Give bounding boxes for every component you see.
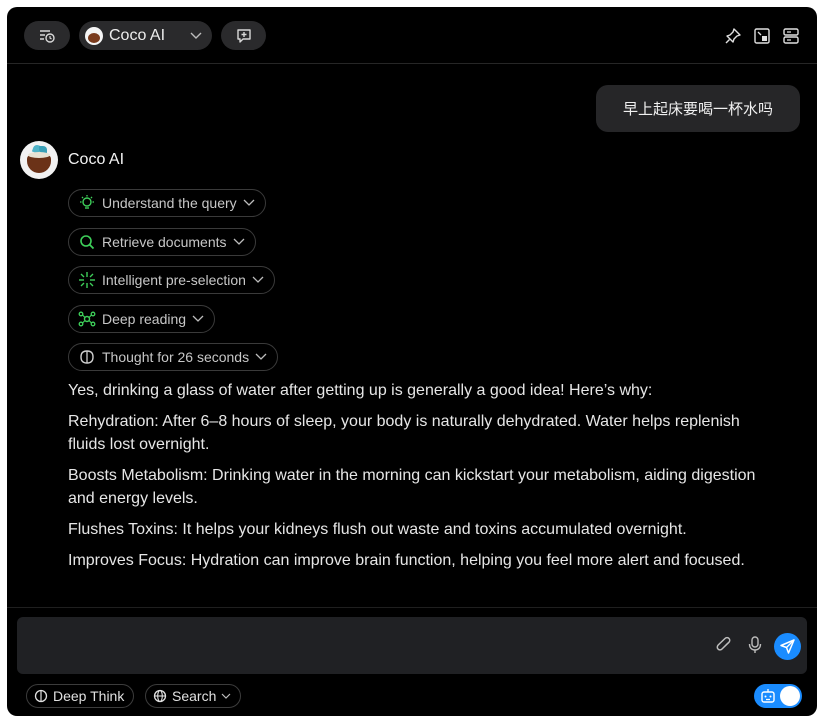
step-label: Thought for 26 seconds — [102, 349, 250, 365]
window-icon — [754, 28, 770, 44]
history-button[interactable] — [24, 21, 70, 50]
step-label: Understand the query — [102, 195, 237, 211]
pin-icon — [725, 28, 741, 44]
step-label: Retrieve documents — [102, 234, 227, 250]
send-icon — [780, 639, 795, 654]
message-composer — [17, 617, 807, 674]
assistant-answer: Yes, drinking a glass of water after get… — [68, 379, 768, 580]
sparkle-icon — [79, 272, 95, 288]
answer-paragraph: Yes, drinking a glass of water after get… — [68, 382, 653, 399]
assistant-name: Coco AI — [68, 151, 125, 168]
user-message: 早上起床要喝一杯水吗 — [596, 85, 800, 132]
step-deep-reading[interactable]: Deep reading — [68, 305, 216, 333]
globe-icon — [153, 689, 167, 703]
chevron-down-icon — [190, 32, 202, 39]
step-label: Intelligent pre-selection — [102, 272, 246, 288]
chevron-down-icon — [255, 353, 267, 360]
step-understand-query[interactable]: Understand the query — [68, 189, 266, 217]
window-button[interactable] — [752, 26, 772, 46]
chevron-down-icon — [252, 276, 264, 283]
chat-window: Coco AI 早上起床要喝一杯水吗 Coco AI Understand th… — [7, 7, 817, 716]
search-icon — [80, 235, 95, 250]
chevron-down-icon — [233, 238, 244, 245]
search-label: Search — [172, 688, 217, 704]
search-mode-selector[interactable]: Search — [145, 684, 242, 708]
answer-paragraph: Boosts Metabolism: Drinking water in the… — [68, 467, 756, 507]
send-button[interactable] — [774, 633, 801, 660]
brain-icon — [80, 350, 94, 364]
header-bar: Coco AI — [7, 7, 817, 64]
coco-logo-icon — [85, 26, 103, 45]
assistant-avatar — [20, 141, 58, 179]
network-icon — [78, 311, 96, 327]
model-selector[interactable]: Coco AI — [79, 21, 212, 50]
answer-paragraph: Flushes Toxins: It helps your kidneys fl… — [68, 521, 687, 538]
deep-think-button[interactable]: Deep Think — [26, 684, 135, 708]
brain-icon — [34, 689, 48, 703]
step-label: Deep reading — [102, 311, 187, 327]
mic-icon[interactable] — [747, 635, 763, 655]
server-icon — [783, 28, 799, 44]
chevron-down-icon — [221, 693, 231, 699]
new-chat-icon — [236, 28, 251, 43]
chevron-down-icon — [192, 315, 204, 322]
robot-icon — [761, 689, 775, 703]
answer-paragraph: Improves Focus: Hydration can improve br… — [68, 552, 745, 569]
attach-icon[interactable] — [714, 636, 734, 656]
lightbulb-icon — [80, 195, 94, 209]
step-intelligent-preselection[interactable]: Intelligent pre-selection — [68, 266, 275, 294]
toggle-knob — [780, 686, 800, 706]
answer-paragraph: Rehydration: After 6–8 hours of sleep, y… — [68, 413, 740, 453]
message-input[interactable] — [29, 631, 679, 657]
assistant-mode-toggle[interactable] — [754, 684, 802, 708]
divider — [7, 607, 817, 608]
model-name: Coco AI — [109, 26, 166, 44]
step-retrieve-documents[interactable]: Retrieve documents — [68, 228, 256, 256]
deep-think-label: Deep Think — [53, 688, 125, 704]
new-chat-button[interactable] — [221, 21, 266, 50]
server-button[interactable] — [781, 26, 801, 46]
chevron-down-icon — [243, 199, 255, 206]
pin-button[interactable] — [723, 26, 743, 46]
step-thought-duration[interactable]: Thought for 26 seconds — [68, 343, 279, 371]
history-icon — [40, 29, 55, 43]
